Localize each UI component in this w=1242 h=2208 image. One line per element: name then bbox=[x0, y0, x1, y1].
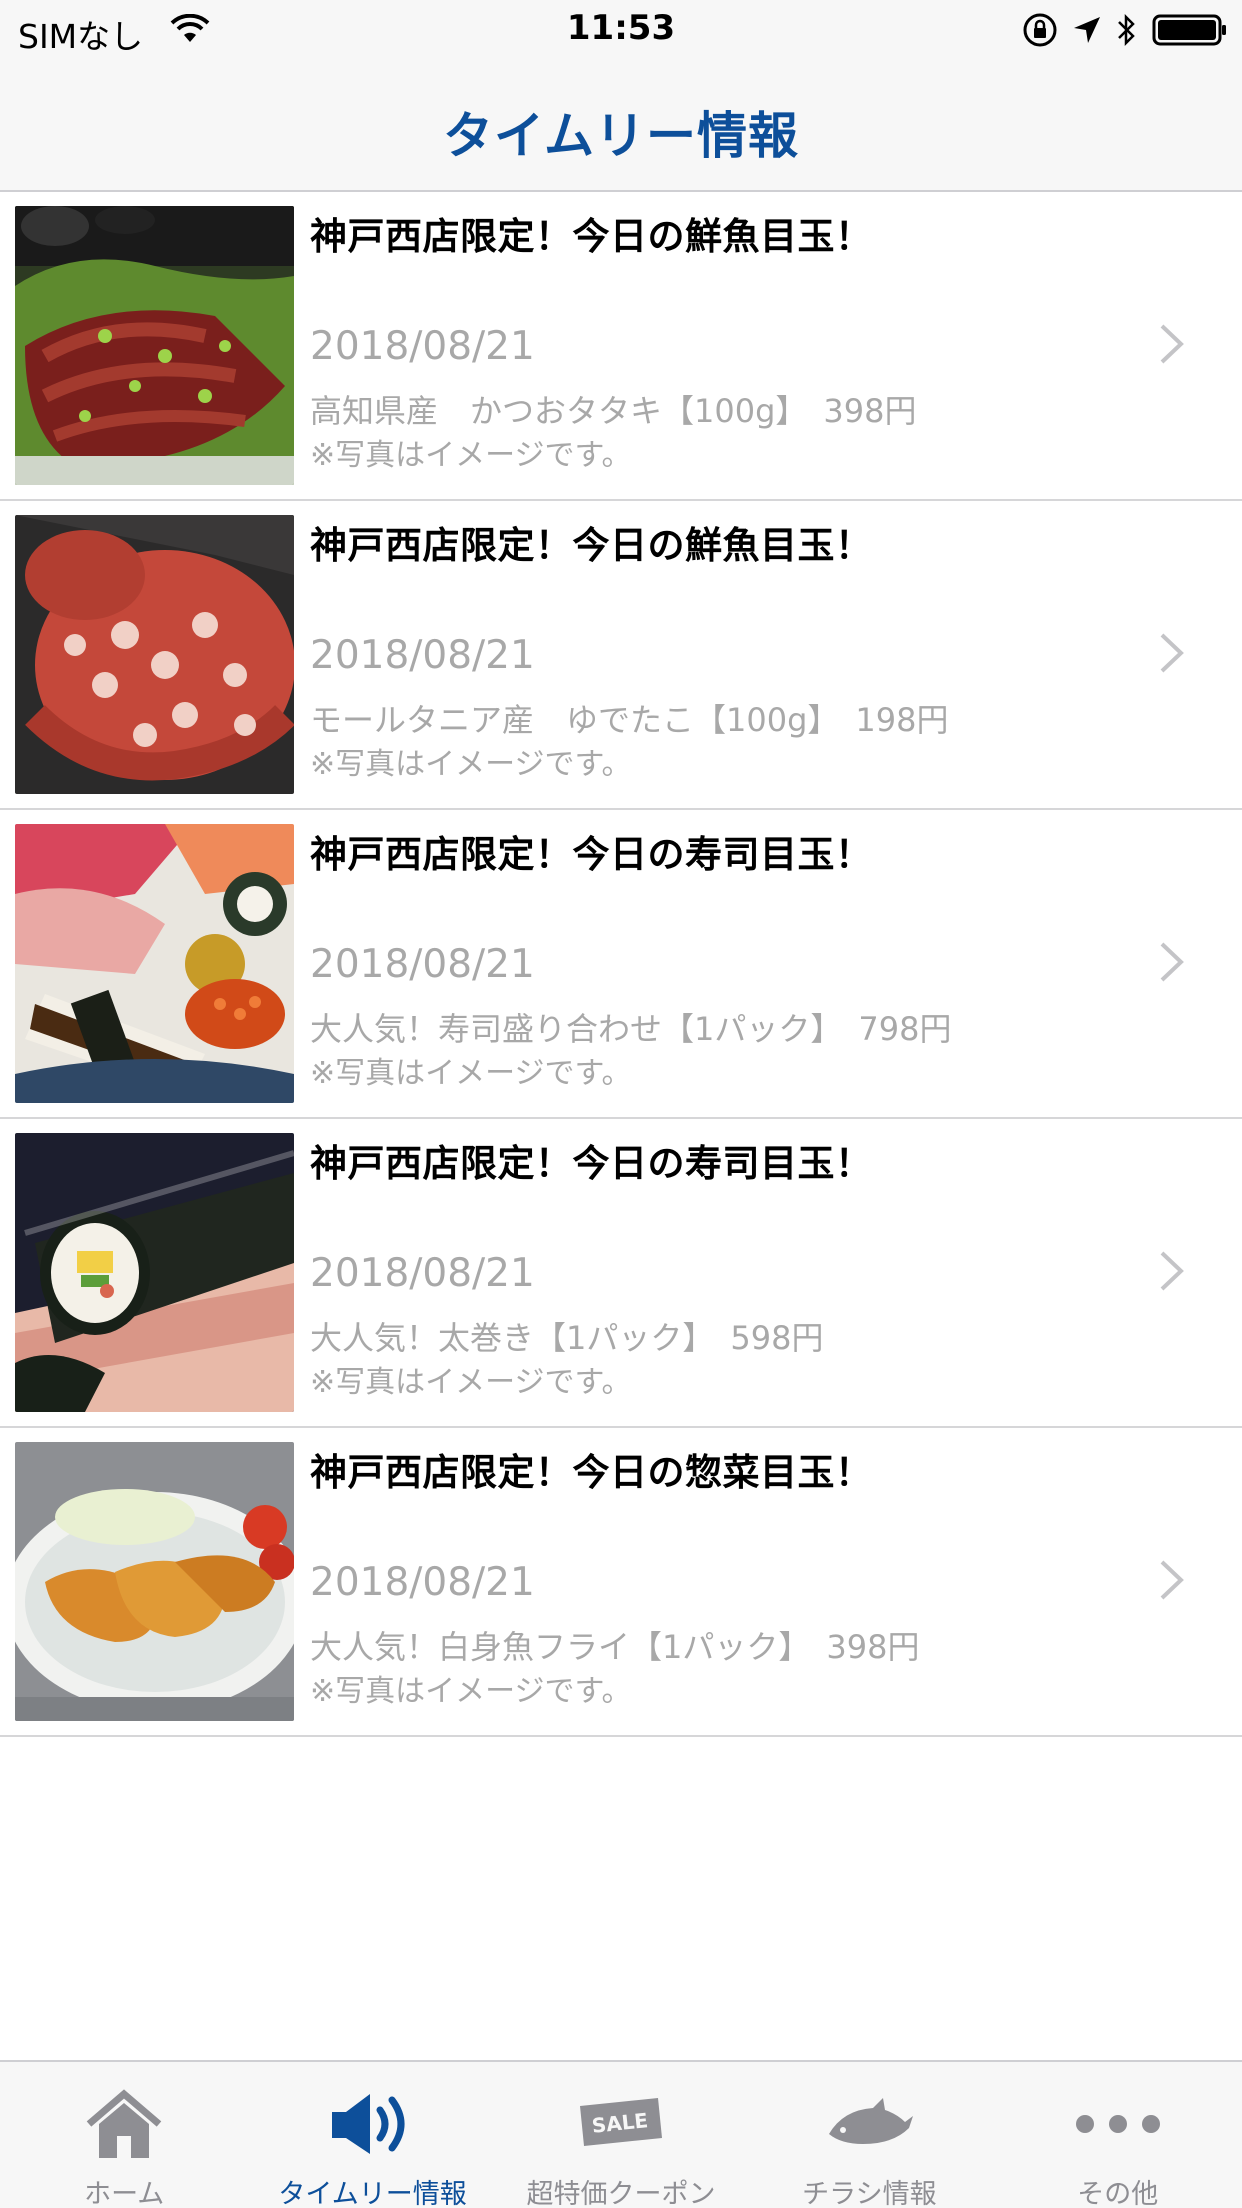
item-note: ※写真はイメージです。 bbox=[310, 747, 632, 782]
item-date: 2018/08/21 bbox=[310, 633, 535, 678]
item-note: ※写真はイメージです。 bbox=[310, 438, 632, 473]
item-description: 高知県産 かつおタタキ【100g】 398円 bbox=[310, 392, 917, 430]
fish-icon bbox=[745, 2084, 993, 2164]
katsuo-tataki-photo bbox=[15, 206, 294, 485]
chevron-right-icon bbox=[1160, 633, 1184, 673]
chevron-right-icon bbox=[1160, 324, 1184, 364]
more-icon bbox=[994, 2084, 1242, 2164]
status-bar: SIMなし 11:53 bbox=[0, 0, 1242, 62]
list-item[interactable]: 神戸西店限定！今日の寿司目玉！ 2018/08/21 大人気！太巻き【1パック】… bbox=[0, 1119, 1242, 1428]
item-date: 2018/08/21 bbox=[310, 942, 535, 987]
list-item[interactable]: 神戸西店限定！今日の惣菜目玉！ 2018/08/21 大人気！白身魚フライ【1パ… bbox=[0, 1428, 1242, 1737]
item-note: ※写真はイメージです。 bbox=[310, 1674, 632, 1709]
item-note: ※写真はイメージです。 bbox=[310, 1365, 632, 1400]
futomaki-photo bbox=[15, 1133, 294, 1412]
tab-label: タイムリー情報 bbox=[278, 2179, 467, 2208]
chevron-right-icon bbox=[1160, 942, 1184, 982]
item-description: モールタニア産 ゆでたこ【100g】 198円 bbox=[310, 701, 949, 739]
item-description: 大人気！白身魚フライ【1パック】 398円 bbox=[310, 1628, 920, 1666]
item-title: 神戸西店限定！今日の惣菜目玉！ bbox=[310, 1451, 873, 1494]
sale-tag-icon: SALE bbox=[497, 2084, 745, 2164]
tab-label: 超特価クーポン bbox=[526, 2179, 716, 2208]
fish-fry-photo bbox=[15, 1442, 294, 1721]
item-date: 2018/08/21 bbox=[310, 1251, 535, 1296]
tab-coupon[interactable]: SALE 超特価クーポン bbox=[497, 2062, 745, 2208]
status-icons bbox=[1022, 12, 1228, 52]
tab-timely-info[interactable]: タイムリー情報 bbox=[248, 2062, 496, 2208]
item-title: 神戸西店限定！今日の鮮魚目玉！ bbox=[310, 524, 873, 567]
speaker-icon bbox=[248, 2084, 496, 2164]
top-bar: SIMなし 11:53 タイムリー情報 bbox=[0, 0, 1242, 192]
item-date: 2018/08/21 bbox=[310, 324, 535, 369]
rotation-lock-icon bbox=[1022, 12, 1058, 52]
item-title: 神戸西店限定！今日の寿司目玉！ bbox=[310, 833, 873, 876]
item-description: 大人気！寿司盛り合わせ【1パック】 798円 bbox=[310, 1010, 952, 1048]
boiled-octopus-photo bbox=[15, 515, 294, 794]
item-note: ※写真はイメージです。 bbox=[310, 1056, 632, 1091]
tab-more[interactable]: その他 bbox=[994, 2062, 1242, 2208]
tab-flyer[interactable]: チラシ情報 bbox=[745, 2062, 993, 2208]
bluetooth-icon bbox=[1116, 12, 1138, 52]
page-title: タイムリー情報 bbox=[443, 107, 799, 165]
sushi-platter-photo bbox=[15, 824, 294, 1103]
tab-label: ホーム bbox=[84, 2179, 165, 2208]
item-title: 神戸西店限定！今日の寿司目玉！ bbox=[310, 1142, 873, 1185]
item-title: 神戸西店限定！今日の鮮魚目玉！ bbox=[310, 215, 873, 258]
item-description: 大人気！太巻き【1パック】 598円 bbox=[310, 1319, 824, 1357]
battery-icon bbox=[1152, 13, 1228, 51]
home-icon bbox=[0, 2084, 248, 2164]
tab-bar: ホーム タイムリー情報 SALE 超特価クーポン チラシ情報 その他 bbox=[0, 2060, 1242, 2208]
chevron-right-icon bbox=[1160, 1251, 1184, 1291]
timely-info-list: 神戸西店限定！今日の鮮魚目玉！ 2018/08/21 高知県産 かつおタタキ【1… bbox=[0, 192, 1242, 1737]
location-arrow-icon bbox=[1072, 15, 1102, 49]
tab-home[interactable]: ホーム bbox=[0, 2062, 248, 2208]
chevron-right-icon bbox=[1160, 1560, 1184, 1600]
item-date: 2018/08/21 bbox=[310, 1560, 535, 1605]
list-item[interactable]: 神戸西店限定！今日の鮮魚目玉！ 2018/08/21 モールタニア産 ゆでたこ【… bbox=[0, 501, 1242, 810]
app-screen: SIMなし 11:53 タイムリー情報 神戸西店限定！今日の鮮魚目玉！ 2018… bbox=[0, 0, 1242, 2208]
tab-label: その他 bbox=[1077, 2179, 1159, 2208]
list-item[interactable]: 神戸西店限定！今日の寿司目玉！ 2018/08/21 大人気！寿司盛り合わせ【1… bbox=[0, 810, 1242, 1119]
list-item[interactable]: 神戸西店限定！今日の鮮魚目玉！ 2018/08/21 高知県産 かつおタタキ【1… bbox=[0, 192, 1242, 501]
tab-label: チラシ情報 bbox=[802, 2179, 937, 2208]
